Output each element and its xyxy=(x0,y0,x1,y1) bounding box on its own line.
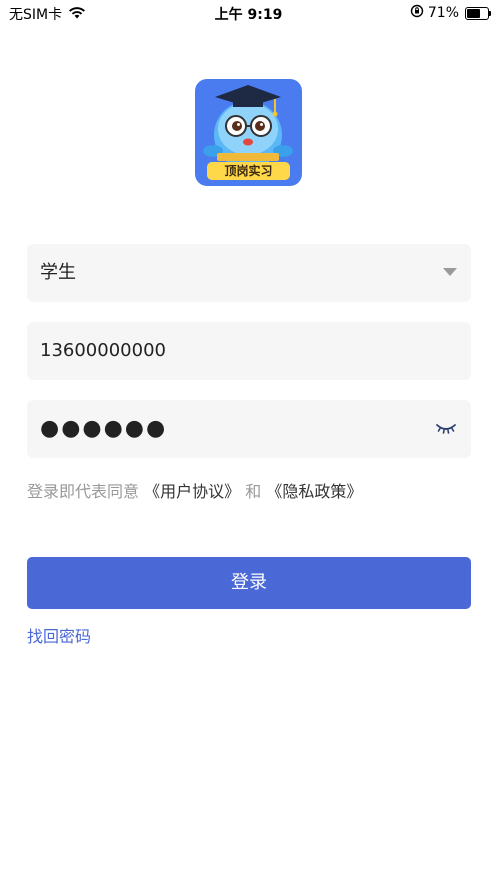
rotation-lock-icon xyxy=(410,4,424,22)
eye-closed-icon[interactable] xyxy=(435,420,457,440)
status-right: 71% xyxy=(410,4,491,22)
battery-level xyxy=(467,8,480,18)
phone-input[interactable]: 13600000000 xyxy=(27,322,471,380)
agreement-text: 登录即代表同意 《用户协议》 和 《隐私政策》 xyxy=(27,478,362,502)
password-value: ●●●●●● xyxy=(40,416,168,441)
dropdown-arrow-icon xyxy=(443,268,457,276)
battery-percent: 71% xyxy=(427,5,459,21)
agreement-prefix: 登录即代表同意 xyxy=(27,482,140,501)
logo-badge: 顶岗实习 xyxy=(207,162,290,180)
role-select[interactable]: 学生 xyxy=(27,244,471,302)
forgot-password-link[interactable]: 找回密码 xyxy=(27,623,91,647)
battery-icon xyxy=(465,6,491,20)
app-logo: 顶岗实习 xyxy=(195,79,302,186)
status-bar: 无SIM卡 上午 9:19 71% xyxy=(0,0,497,26)
privacy-policy-link[interactable]: 《隐私政策》 xyxy=(266,482,362,501)
phone-value: 13600000000 xyxy=(40,340,166,361)
role-value: 学生 xyxy=(40,262,76,283)
user-agreement-link[interactable]: 《用户协议》 xyxy=(144,482,240,501)
login-screen: 无SIM卡 上午 9:19 71% 顶岗实习 学生 13600000000 ●●… xyxy=(0,0,497,883)
password-input[interactable]: ●●●●●● xyxy=(27,400,471,458)
login-button[interactable]: 登录 xyxy=(27,557,471,609)
agreement-and: 和 xyxy=(245,482,262,501)
